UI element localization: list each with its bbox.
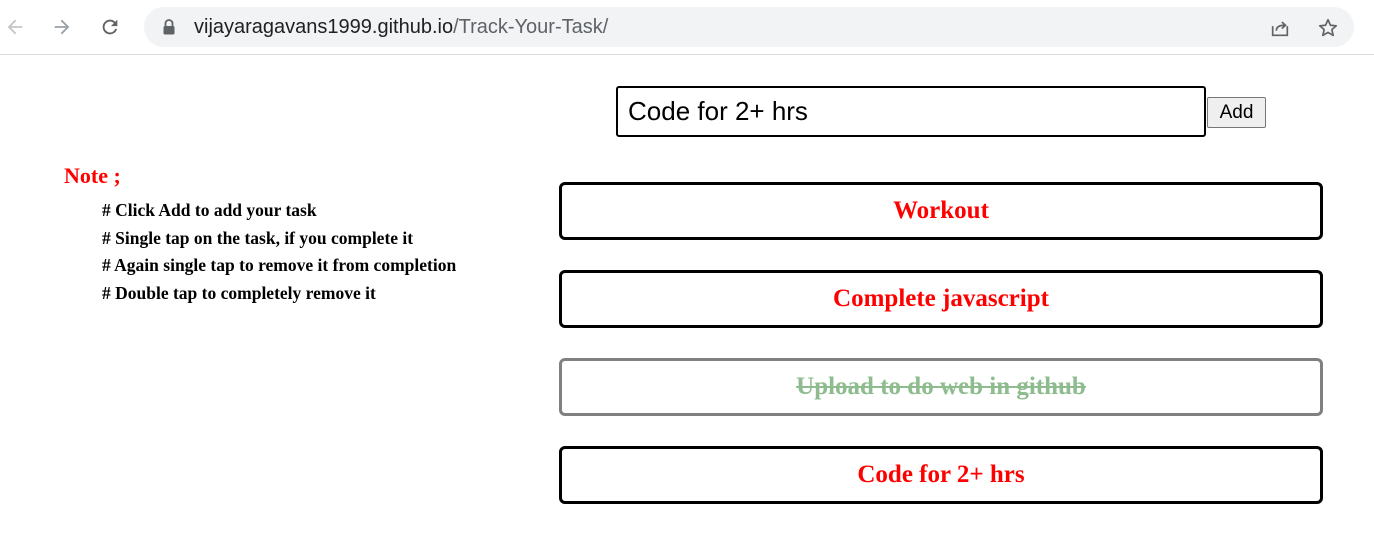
address-bar[interactable]: vijayaragavans1999.github.io/Track-Your-… — [144, 7, 1354, 47]
task-item[interactable]: Complete javascript — [559, 270, 1323, 328]
note-item: # Double tap to completely remove it — [102, 282, 376, 303]
forward-icon — [54, 19, 70, 35]
browser-toolbar: vijayaragavans1999.github.io/Track-Your-… — [0, 0, 1374, 55]
star-icon — [1318, 18, 1338, 37]
share-icon — [1271, 21, 1289, 37]
reload-button[interactable] — [95, 12, 125, 42]
url-path: /Track-Your-Task/ — [453, 16, 609, 38]
note-item: # Again single tap to remove it from com… — [102, 255, 457, 275]
bookmark-button[interactable] — [1316, 16, 1340, 40]
note-list: # Click Add to add your task # Single ta… — [102, 198, 456, 308]
forward-button[interactable] — [47, 12, 77, 42]
url-text: vijayaragavans1999.github.io/Track-Your-… — [194, 16, 608, 38]
task-item[interactable]: Upload to do web in github — [559, 358, 1323, 416]
task-item[interactable]: Workout — [559, 182, 1323, 240]
url-host: vijayaragavans1999.github.io — [194, 16, 454, 38]
task-item[interactable]: Code for 2+ hrs — [559, 446, 1323, 504]
task-input[interactable] — [616, 86, 1206, 137]
note-item: # Click Add to add your task — [102, 200, 317, 220]
add-button[interactable]: Add — [1207, 97, 1266, 128]
reload-icon — [102, 19, 118, 35]
back-button[interactable] — [0, 12, 30, 42]
note-item: # Single tap on the task, if you complet… — [102, 227, 414, 248]
back-icon — [7, 19, 23, 35]
note-title: Note ; — [64, 163, 121, 188]
lock-icon — [163, 19, 175, 35]
share-button[interactable] — [1268, 16, 1292, 40]
